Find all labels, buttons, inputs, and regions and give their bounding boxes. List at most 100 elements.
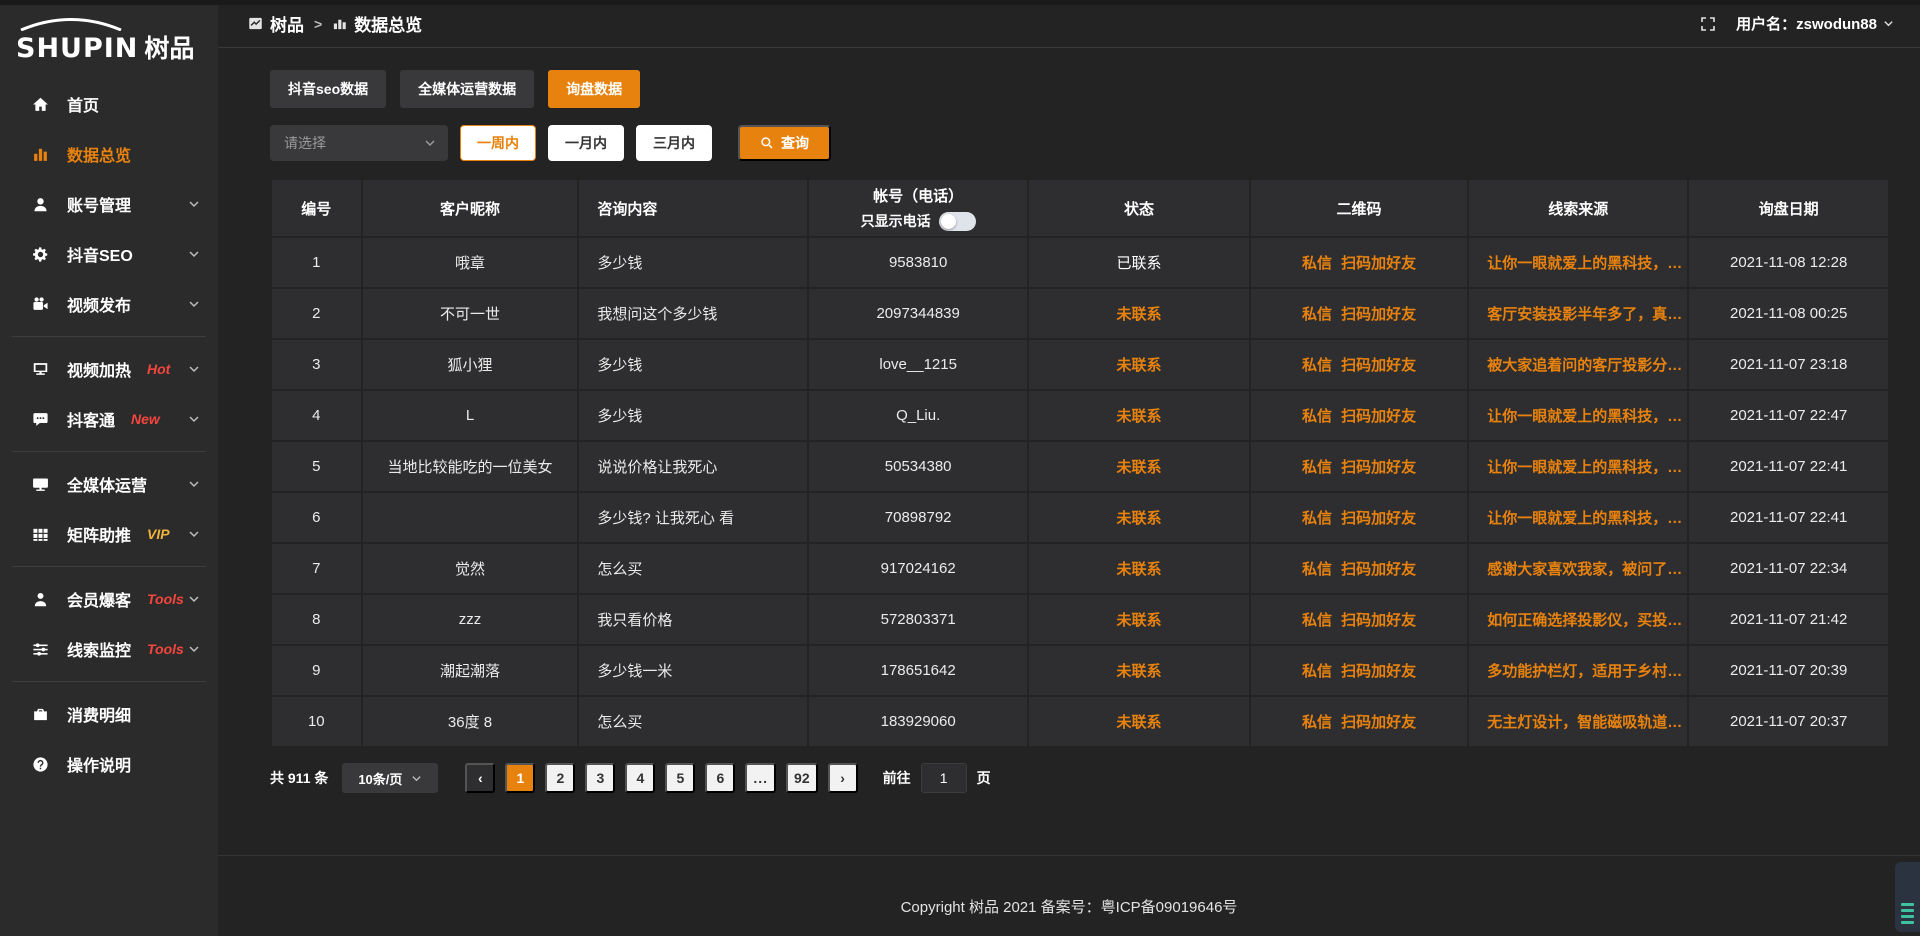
page-button[interactable]: 5 [665, 763, 695, 793]
cell-source[interactable]: 让你一眼就爱上的黑科技，能... [1468, 492, 1688, 543]
cell-date: 2021-11-08 00:25 [1688, 288, 1889, 339]
qr-link-scan-add-friend[interactable]: 扫码加好友 [1341, 561, 1416, 578]
qr-link-private-message[interactable]: 私信 [1302, 306, 1332, 323]
sidebar-item-label: 会员爆客 [67, 587, 131, 611]
page-size-label: 10条/页 [358, 769, 402, 788]
qr-link-private-message[interactable]: 私信 [1302, 561, 1332, 578]
sidebar-item-chart[interactable]: 数据总览 [0, 129, 218, 179]
qr-link-scan-add-friend[interactable]: 扫码加好友 [1341, 408, 1416, 425]
qr-link-scan-add-friend[interactable]: 扫码加好友 [1341, 459, 1416, 476]
qr-link-private-message[interactable]: 私信 [1302, 510, 1332, 527]
qr-link-private-message[interactable]: 私信 [1302, 612, 1332, 629]
sidebar-item-sliders[interactable]: 线索监控 Tools [0, 624, 218, 674]
qr-link-private-message[interactable]: 私信 [1302, 357, 1332, 374]
page-button[interactable]: 92 [786, 763, 818, 793]
qr-link-scan-add-friend[interactable]: 扫码加好友 [1341, 663, 1416, 680]
range-button[interactable]: 一周内 [460, 125, 536, 161]
breadcrumb-item-home[interactable]: 树品 [248, 11, 304, 36]
cell-nickname: 不可一世 [362, 288, 579, 339]
cell-source[interactable]: 让你一眼就爱上的黑科技，能... [1468, 390, 1688, 441]
sidebar-item-camera[interactable]: 视频发布 [0, 279, 218, 329]
tab[interactable]: 全媒体运营数据 [400, 70, 534, 108]
cell-id: 10 [271, 696, 362, 747]
qr-link-private-message[interactable]: 私信 [1302, 408, 1332, 425]
cell-content: 怎么买 [578, 543, 808, 594]
breadcrumb-label: 数据总览 [354, 11, 422, 36]
query-button-label: 查询 [781, 133, 809, 153]
cell-source[interactable]: 多功能护栏灯，适用于乡村文... [1468, 645, 1688, 696]
sidebar-divider [12, 451, 206, 452]
page-button[interactable]: 1 [505, 763, 535, 793]
footer: Copyright 树品 2021 备案号：粤ICP备09019646号 [218, 855, 1920, 936]
floating-widget[interactable] [1895, 862, 1920, 932]
cell-content: 我只看价格 [578, 594, 808, 645]
sidebar-item-monitor[interactable]: 全媒体运营 [0, 459, 218, 509]
cell-source[interactable]: 客厅安装投影半年多了，真实... [1468, 288, 1688, 339]
user-menu[interactable]: 用户名：zswodun88 [1736, 13, 1894, 34]
sidebar-item-user[interactable]: 账号管理 [0, 179, 218, 229]
app-logo[interactable]: SHUPIN 树品 [0, 10, 218, 67]
qr-link-scan-add-friend[interactable]: 扫码加好友 [1341, 612, 1416, 629]
page-button[interactable]: 6 [705, 763, 735, 793]
sidebar-item-wallet[interactable]: 消费明细 [0, 689, 218, 739]
page-button[interactable]: 4 [625, 763, 655, 793]
qr-link-private-message[interactable]: 私信 [1302, 459, 1332, 476]
cell-source[interactable]: 让你一眼就爱上的黑科技，能... [1468, 237, 1688, 288]
sidebar-item-home[interactable]: 首页 [0, 79, 218, 129]
cell-source[interactable]: 无主灯设计，智能磁吸轨道灯... [1468, 696, 1688, 747]
cell-source[interactable]: 让你一眼就爱上的黑科技，能... [1468, 441, 1688, 492]
widget-bar [1901, 915, 1914, 918]
monitor-icon [32, 476, 52, 493]
gear-icon [32, 246, 52, 263]
qr-link-scan-add-friend[interactable]: 扫码加好友 [1341, 255, 1416, 272]
page-size-select[interactable]: 10条/页 [342, 763, 438, 793]
page-button[interactable]: 3 [585, 763, 615, 793]
cell-nickname: 哦章 [362, 237, 579, 288]
sidebar-item-question[interactable]: 操作说明 [0, 739, 218, 789]
cell-source[interactable]: 感谢大家喜欢我家，被问了好... [1468, 543, 1688, 594]
tab[interactable]: 抖音seo数据 [270, 70, 386, 108]
sidebar-item-gear[interactable]: 抖音SEO [0, 229, 218, 279]
next-page-button[interactable]: › [828, 763, 858, 793]
chevron-down-icon [188, 198, 200, 210]
sidebar-item-heat[interactable]: 视频加热 Hot [0, 344, 218, 394]
qr-link-scan-add-friend[interactable]: 扫码加好友 [1341, 306, 1416, 323]
tab[interactable]: 询盘数据 [548, 70, 640, 108]
qr-link-scan-add-friend[interactable]: 扫码加好友 [1341, 357, 1416, 374]
qr-link-private-message[interactable]: 私信 [1302, 255, 1332, 272]
range-button[interactable]: 一月内 [548, 125, 624, 161]
goto-page-input[interactable] [921, 763, 967, 793]
sidebar-item-member[interactable]: 会员爆客 Tools [0, 574, 218, 624]
page-ellipsis-button[interactable]: ... [745, 763, 776, 793]
account-select[interactable]: 请选择 [270, 125, 448, 161]
page-button[interactable]: 2 [545, 763, 575, 793]
qr-link-private-message[interactable]: 私信 [1302, 663, 1332, 680]
qr-link-private-message[interactable]: 私信 [1302, 714, 1332, 731]
cell-id: 5 [271, 441, 362, 492]
sidebar-item-grid[interactable]: 矩阵助推 VIP [0, 509, 218, 559]
sidebar-item-chat[interactable]: 抖客通 New [0, 394, 218, 444]
fullscreen-icon[interactable] [1700, 16, 1716, 32]
cell-source[interactable]: 如何正确选择投影仪，买投影... [1468, 594, 1688, 645]
breadcrumb-item-current[interactable]: 数据总览 [332, 11, 422, 36]
sliders-icon [32, 641, 52, 658]
sidebar-item-label: 账号管理 [67, 192, 131, 216]
cell-content: 多少钱 [578, 237, 808, 288]
cell-source[interactable]: 被大家追着问的客厅投影分享... [1468, 339, 1688, 390]
sidebar-divider [12, 566, 206, 567]
cell-nickname: 36度 8 [362, 696, 579, 747]
header-date: 询盘日期 [1688, 179, 1889, 237]
qr-link-scan-add-friend[interactable]: 扫码加好友 [1341, 714, 1416, 731]
cell-status: 未联系 [1028, 441, 1250, 492]
app: SHUPIN 树品 首页 数据总览 账号管理 抖音SEO 视频发布 [0, 0, 1920, 936]
inquiry-table: 编号 客户昵称 咨询内容 帐号（电话） 只显示电话 状态 二维码 线索来源 [270, 178, 1890, 748]
cell-status: 未联系 [1028, 645, 1250, 696]
prev-page-button[interactable]: ‹ [465, 763, 495, 793]
table-row: 8 zzz 我只看价格 572803371 未联系 私信 扫码加好友 如何正确选… [271, 594, 1889, 645]
range-button[interactable]: 三月内 [636, 125, 712, 161]
phone-only-toggle[interactable] [939, 212, 976, 231]
cell-id: 8 [271, 594, 362, 645]
query-button[interactable]: 查询 [738, 125, 831, 161]
header-account: 帐号（电话） 只显示电话 [808, 179, 1028, 237]
qr-link-scan-add-friend[interactable]: 扫码加好友 [1341, 510, 1416, 527]
